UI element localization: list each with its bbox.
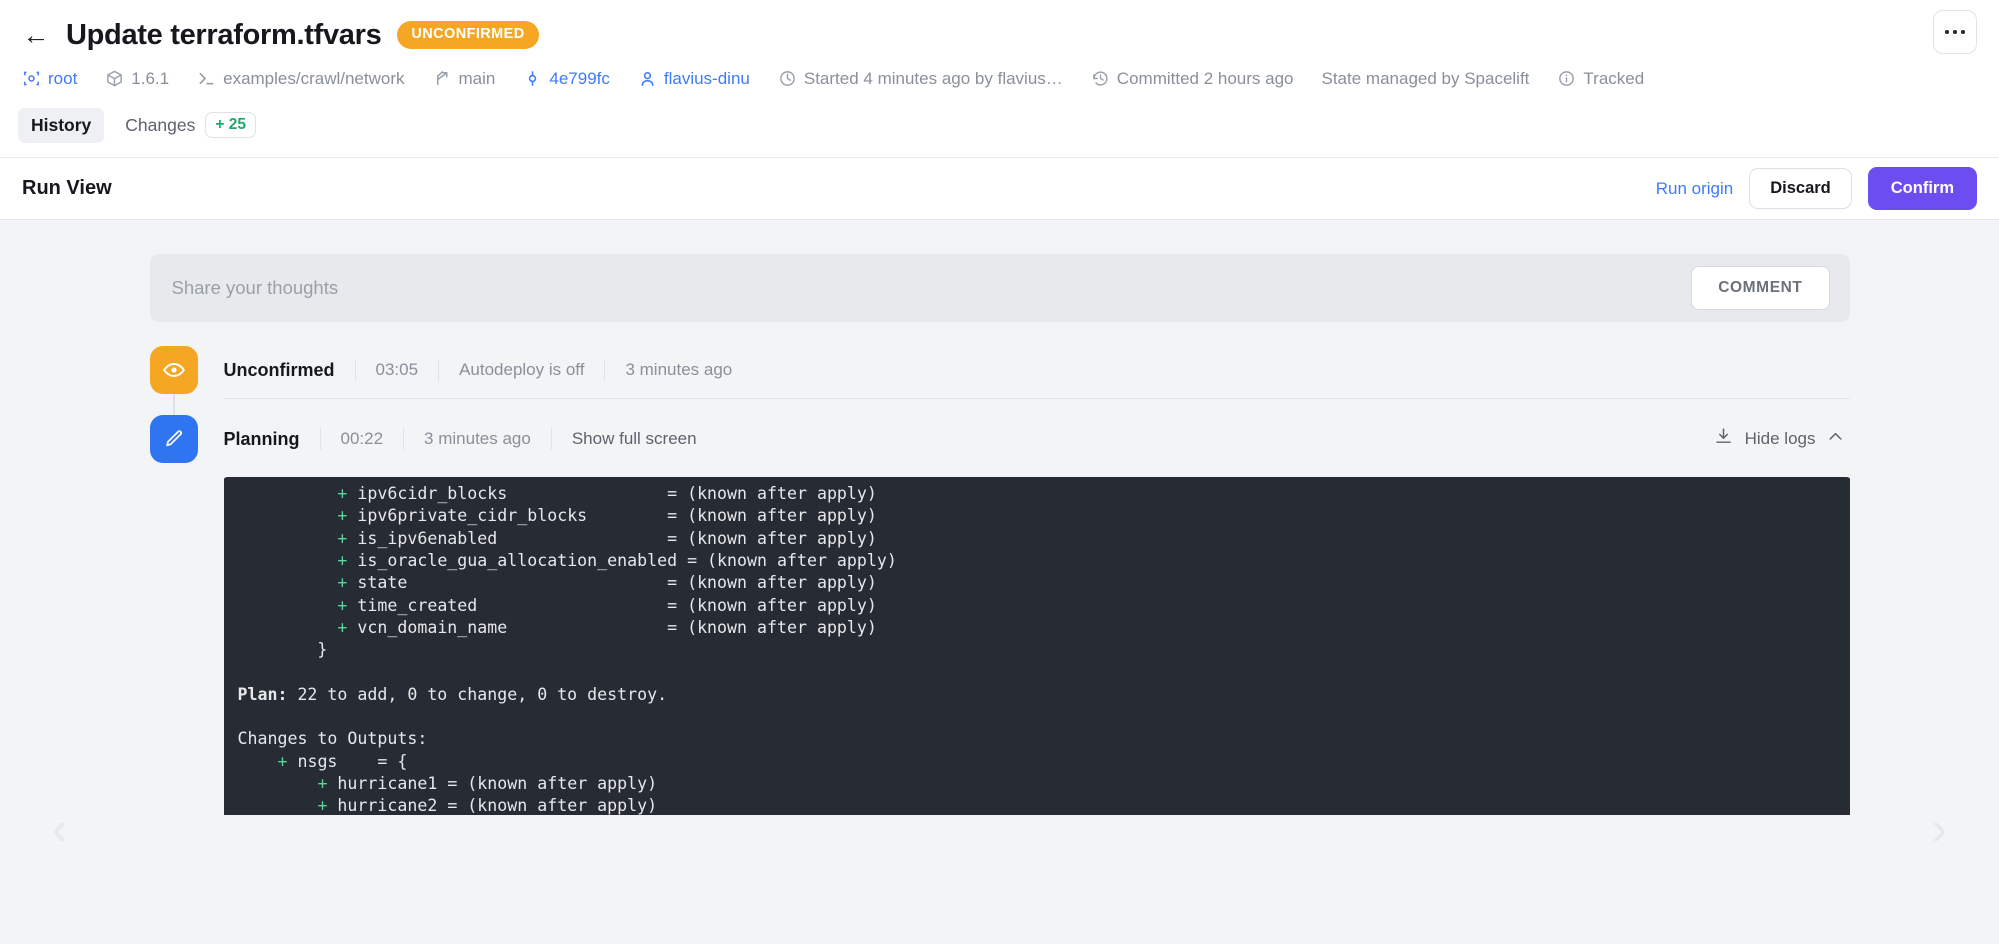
timeline-headline-left: Planning 00:22 3 minutes ago Show full s…	[223, 428, 717, 451]
arrow-left-icon[interactable]: ←	[22, 21, 50, 49]
comment-button[interactable]: COMMENT	[1691, 266, 1830, 310]
timeline-entry-body: Planning 00:22 3 minutes ago Show full s…	[223, 415, 1850, 816]
chevron-up-icon[interactable]	[1827, 428, 1844, 450]
title-row: ← Update terraform.tfvars UNCONFIRMED	[22, 14, 1977, 56]
meta-commit[interactable]: 4e799fc	[523, 69, 610, 88]
branch-icon	[433, 69, 452, 88]
tab-bar: History Changes + 25	[0, 95, 1999, 159]
meta-space[interactable]: root	[22, 69, 77, 88]
confirm-button[interactable]: Confirm	[1867, 167, 1977, 210]
timeline-entry-planning: Planning 00:22 3 minutes ago Show full s…	[149, 415, 1850, 816]
meta-commit-label: 4e799fc	[549, 68, 610, 88]
phase-label: Planning	[223, 428, 300, 449]
run-view-bar: Run View Run origin Discard Confirm	[0, 158, 1999, 221]
chevron-left-icon[interactable]: ‹	[52, 805, 67, 851]
timeline-entry-unconfirmed: Unconfirmed 03:05 Autodeploy is off 3 mi…	[149, 346, 1850, 422]
meta-project-path: examples/crawl/network	[197, 68, 405, 88]
tab-history[interactable]: History	[18, 107, 105, 143]
meta-space-label: root	[48, 68, 78, 88]
phase-label: Unconfirmed	[223, 359, 335, 380]
pencil-icon	[149, 415, 198, 464]
eye-icon	[149, 346, 198, 395]
meta-version-label: 1.6.1	[131, 68, 170, 88]
tab-changes-label: Changes	[125, 114, 196, 135]
info-icon	[1557, 69, 1576, 88]
meta-state-label: State managed by Spacelift	[1321, 68, 1530, 88]
phase-note: 3 minutes ago	[403, 428, 551, 451]
commit-icon	[523, 69, 542, 88]
log-output: + ipv6cidr_blocks = (known after apply) …	[237, 484, 897, 816]
meta-author-label: flavius-dinu	[663, 68, 750, 88]
page-title: Update terraform.tfvars	[66, 18, 382, 51]
run-content: Share your thoughts COMMENT Unconfirmed	[149, 220, 1850, 816]
download-icon[interactable]	[1713, 426, 1734, 452]
meta-author[interactable]: flavius-dinu	[638, 69, 750, 88]
status-badge: UNCONFIRMED	[397, 21, 539, 49]
meta-project-path-label: examples/crawl/network	[223, 68, 405, 88]
tab-history-label: History	[31, 114, 92, 135]
ellipsis-icon	[1953, 30, 1957, 34]
timeline-headline: Planning 00:22 3 minutes ago Show full s…	[224, 417, 1850, 461]
meta-started: Started 4 minutes ago by flavius…	[778, 69, 1063, 88]
chevron-right-icon[interactable]: ›	[1932, 805, 1947, 851]
phase-age: 3 minutes ago	[604, 359, 752, 382]
space-icon	[22, 69, 41, 88]
page-header: ← Update terraform.tfvars UNCONFIRMED ro…	[0, 0, 1999, 95]
meta-committed-label: Committed 2 hours ago	[1116, 68, 1294, 88]
meta-state: State managed by Spacelift	[1322, 70, 1530, 87]
phase-duration: 00:22	[319, 428, 404, 451]
timeline-headline: Unconfirmed 03:05 Autodeploy is off 3 mi…	[224, 348, 1850, 392]
cube-icon	[105, 69, 124, 88]
meta-committed: Committed 2 hours ago	[1091, 69, 1294, 88]
meta-version: 1.6.1	[105, 69, 169, 88]
run-view-title: Run View	[22, 177, 112, 200]
run-timeline: Unconfirmed 03:05 Autodeploy is off 3 mi…	[149, 346, 1850, 816]
hide-logs-label[interactable]: Hide logs	[1745, 429, 1816, 449]
terminal-icon	[197, 69, 216, 88]
phase-duration: 03:05	[354, 359, 439, 382]
show-full-screen-link[interactable]: Show full screen	[550, 428, 717, 451]
log-terminal[interactable]: + ipv6cidr_blocks = (known after apply) …	[223, 475, 1850, 816]
divider	[223, 398, 1850, 400]
meta-branch-label: main	[458, 68, 496, 88]
changes-count-badge: + 25	[205, 112, 256, 139]
logs-controls[interactable]: Hide logs	[1713, 426, 1850, 452]
meta-tracked-label: Tracked	[1583, 68, 1645, 88]
clock-icon	[778, 69, 797, 88]
comment-box: Share your thoughts COMMENT	[149, 254, 1850, 323]
history-icon	[1091, 69, 1110, 88]
run-body: ‹ › Share your thoughts COMMENT Unconfir…	[0, 220, 1999, 944]
meta-branch: main	[433, 68, 496, 88]
meta-started-label: Started 4 minutes ago by flavius…	[803, 68, 1063, 88]
tab-changes[interactable]: Changes + 25	[112, 105, 269, 145]
run-metadata-row: root 1.6.1 examples/crawl/network main 4…	[22, 61, 1977, 95]
comment-input[interactable]: Share your thoughts	[172, 277, 339, 299]
more-options-button[interactable]	[1933, 10, 1977, 54]
timeline-headline-left: Unconfirmed 03:05 Autodeploy is off 3 mi…	[223, 359, 753, 382]
run-view-actions: Run origin Discard Confirm	[1656, 167, 1977, 210]
user-icon	[638, 69, 657, 88]
ellipsis-icon	[1961, 30, 1965, 34]
meta-tracked: Tracked	[1557, 69, 1644, 88]
discard-button[interactable]: Discard	[1749, 168, 1852, 209]
run-origin-link[interactable]: Run origin	[1656, 179, 1734, 199]
phase-note: Autodeploy is off	[438, 359, 604, 382]
ellipsis-icon	[1945, 30, 1949, 34]
timeline-entry-body: Unconfirmed 03:05 Autodeploy is off 3 mi…	[223, 346, 1850, 415]
